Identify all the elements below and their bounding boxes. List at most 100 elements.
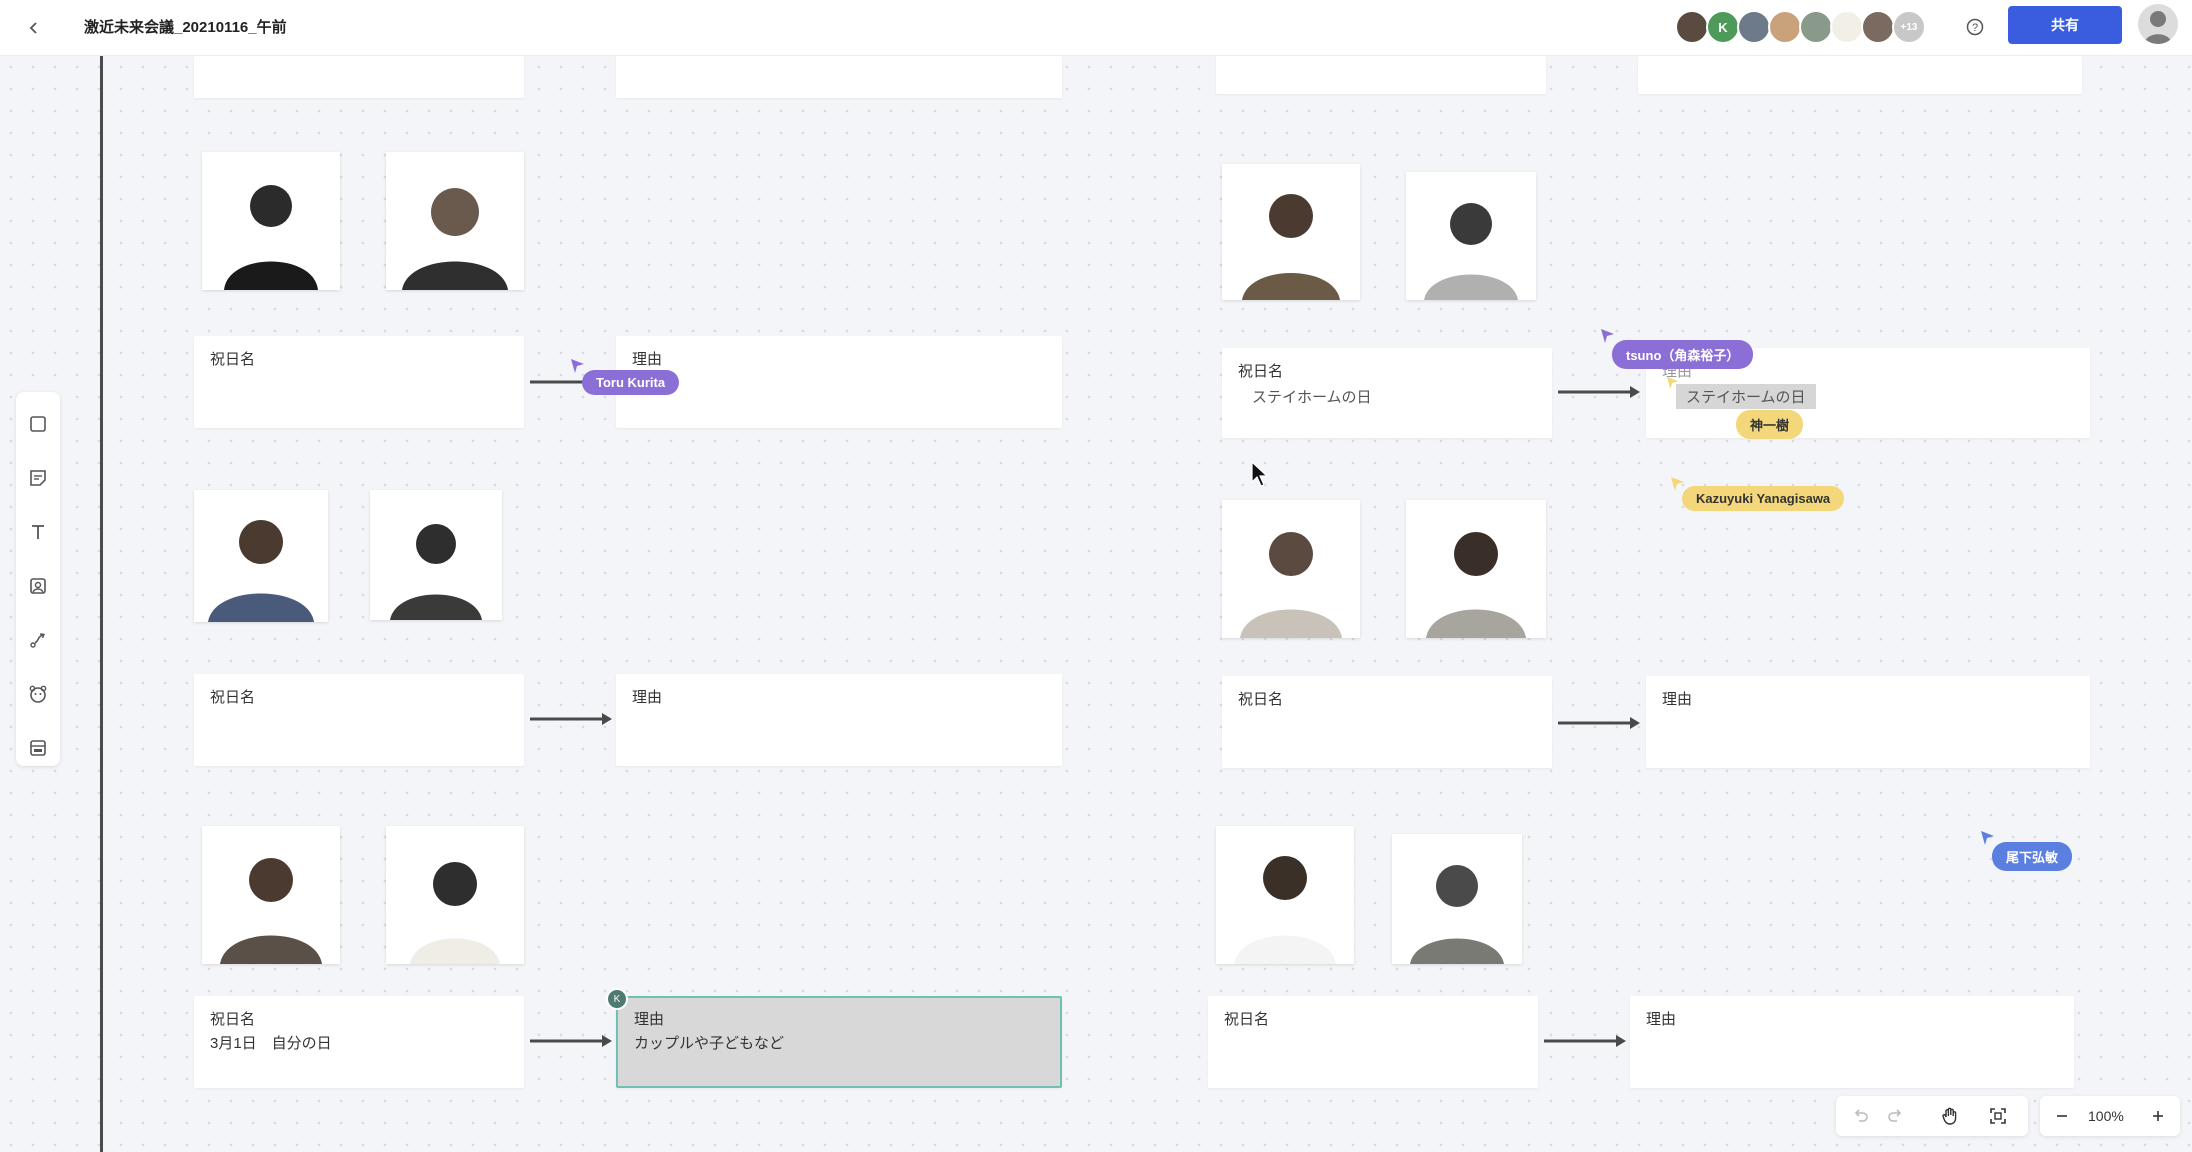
avatar[interactable] (1675, 10, 1709, 44)
card-label: 理由 (634, 1011, 665, 1028)
participant-photo[interactable] (1222, 164, 1360, 300)
fit-screen-icon (1990, 1108, 2006, 1124)
avatar[interactable] (1861, 10, 1895, 44)
holiday-name-card[interactable]: 祝日名 ステイホームの日 (1222, 348, 1552, 438)
connector-arrow[interactable] (1558, 380, 1642, 404)
participant-photo[interactable] (386, 152, 524, 290)
user-avatar[interactable] (2138, 4, 2178, 44)
person-icon (402, 188, 508, 290)
card-label: 理由 (1662, 691, 1693, 708)
square-icon (30, 416, 46, 432)
cursor-pointer-icon (1671, 477, 1684, 491)
participant-photo[interactable] (1406, 172, 1536, 300)
holiday-name-card[interactable]: 祝日名 (1208, 996, 1538, 1088)
bear-icon (29, 685, 47, 703)
participant-photo[interactable] (1392, 834, 1522, 964)
card-value: 3月1日 自分の日 (210, 1035, 332, 1052)
history-view-tools (1836, 1096, 2028, 1136)
participant-photo[interactable] (202, 826, 340, 964)
back-button[interactable] (18, 12, 50, 44)
cursor-pointer-icon (1666, 376, 1679, 390)
template-icon (30, 740, 46, 756)
redo-icon (1888, 1109, 1902, 1122)
connector-tool[interactable] (24, 626, 52, 654)
holiday-name-card[interactable]: 祝日名 (194, 674, 524, 766)
cursor-label: 尾下弘敏 (1992, 842, 2073, 871)
connector-arrow[interactable] (530, 707, 614, 731)
redo-button[interactable] (1882, 1102, 1910, 1130)
document-title[interactable]: 激近未来会議_20210116_午前 (84, 16, 287, 37)
shape-tool[interactable] (24, 410, 52, 438)
help-button[interactable]: ? (1962, 14, 1988, 40)
person-icon (1234, 856, 1336, 964)
person-icon (1242, 194, 1340, 300)
reason-card[interactable]: 理由 (616, 674, 1062, 766)
avatar[interactable] (1799, 10, 1833, 44)
stamp-tool[interactable] (24, 680, 52, 708)
cursor-label: Kazuyuki Yanagisawa (1682, 486, 1845, 511)
zoom-in-button[interactable] (2144, 1102, 2172, 1130)
image-tool[interactable] (24, 572, 52, 600)
editor-badge: K (606, 988, 628, 1010)
avatar[interactable] (1768, 10, 1802, 44)
card-label: 祝日名 (1224, 1011, 1270, 1028)
zoom-controls: 100% (2040, 1096, 2180, 1136)
undo-icon (1854, 1109, 1868, 1122)
sticky-note-icon (30, 470, 46, 486)
reason-card[interactable]: 理由 (1630, 996, 2074, 1088)
participant-photo[interactable] (1216, 826, 1354, 964)
text-tool[interactable] (24, 518, 52, 546)
fit-to-screen-button[interactable] (1984, 1102, 2012, 1130)
card-partial[interactable] (1638, 56, 2082, 94)
left-toolbar (16, 392, 60, 766)
cursor-pointer-icon (1981, 831, 1994, 845)
undo-button[interactable] (1846, 1102, 1874, 1130)
share-button[interactable]: 共有 (2008, 6, 2122, 44)
person-icon (1426, 532, 1526, 638)
participant-photo[interactable] (1406, 500, 1546, 638)
avatar[interactable] (1830, 10, 1864, 44)
top-bar: 激近未来会議_20210116_午前 K +13 ? 共有 (0, 0, 2192, 56)
cursor-pointer-icon (571, 359, 584, 373)
help-icon: ? (1966, 18, 1984, 36)
person-icon (1424, 203, 1518, 300)
holiday-name-card[interactable]: 祝日名 (1222, 676, 1552, 768)
card-label: 理由 (1646, 1011, 1677, 1028)
person-icon (410, 862, 500, 964)
connector-arrow[interactable] (1558, 711, 1642, 735)
sticky-note-tool[interactable] (24, 464, 52, 492)
reason-card-selected[interactable]: 理由 カップルや子どもなど (616, 996, 1062, 1088)
participant-photo[interactable] (202, 152, 340, 290)
card-label: 祝日名 (210, 1011, 256, 1028)
cursor-label: tsuno（角森裕子） (1612, 340, 1754, 369)
chevron-left-icon (29, 22, 37, 34)
connector-arrow[interactable] (530, 1029, 614, 1053)
card-partial[interactable] (616, 56, 1062, 98)
more-collaborators-badge[interactable]: +13 (1892, 10, 1926, 44)
person-icon (220, 858, 322, 964)
participant-photo[interactable] (386, 826, 524, 964)
holiday-name-card[interactable]: 祝日名 (194, 336, 524, 428)
holiday-name-card[interactable]: 祝日名 3月1日 自分の日 (194, 996, 524, 1088)
participant-photo[interactable] (194, 490, 328, 622)
zoom-out-button[interactable] (2048, 1102, 2076, 1130)
template-tool[interactable] (24, 734, 52, 762)
card-label: 祝日名 (210, 351, 256, 368)
card-partial[interactable] (194, 56, 524, 98)
person-icon (208, 520, 314, 622)
participant-photo[interactable] (1222, 500, 1360, 638)
avatar[interactable] (1737, 10, 1771, 44)
reason-card[interactable]: 理由 (1646, 676, 2090, 768)
card-value: カップルや子どもなど (634, 1035, 785, 1052)
image-icon (30, 578, 46, 594)
participant-photo[interactable] (370, 490, 502, 620)
avatar[interactable]: K (1706, 10, 1740, 44)
card-partial[interactable] (1216, 56, 1546, 94)
connector-arrow[interactable] (1544, 1029, 1628, 1053)
reason-card[interactable]: 理由 (616, 336, 1062, 428)
person-icon (1240, 532, 1342, 638)
hand-icon (1942, 1107, 1957, 1125)
card-value: ステイホームの日 (1252, 389, 1372, 406)
hand-tool-button[interactable] (1936, 1102, 1964, 1130)
svg-text:?: ? (1972, 22, 1978, 34)
